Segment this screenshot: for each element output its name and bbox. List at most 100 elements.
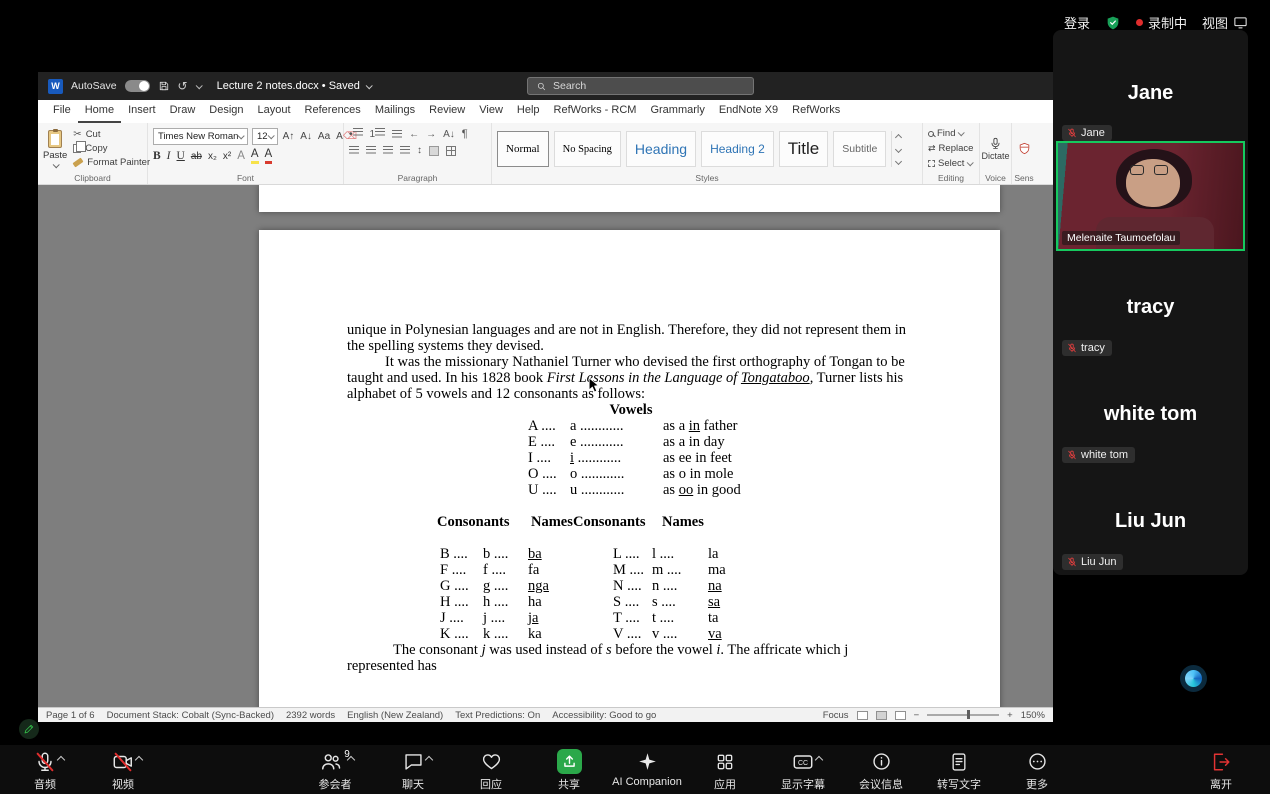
subscript-button[interactable]: x₂ [208, 151, 217, 162]
read-mode-button[interactable] [857, 711, 868, 720]
style-no-spacing[interactable]: No Spacing [554, 131, 621, 167]
style-subtitle[interactable]: Subtitle [833, 131, 886, 167]
document-canvas[interactable]: unique in Polynesian languages and are n… [38, 185, 1053, 707]
zoom-level[interactable]: 150% [1021, 710, 1045, 721]
text-predictions-status[interactable]: Text Predictions: On [455, 710, 540, 721]
sensitivity-shield-icon[interactable] [1018, 142, 1031, 155]
web-layout-button[interactable] [895, 711, 906, 720]
replace-button[interactable]: ⇄ Replace [928, 143, 974, 154]
cut-button[interactable]: ✂ Cut [73, 129, 150, 140]
chevron-up-icon[interactable] [815, 756, 823, 764]
style-title[interactable]: Title [779, 131, 829, 167]
page-indicator[interactable]: Page 1 of 6 [46, 710, 95, 721]
change-case-button[interactable]: Aa [317, 131, 331, 142]
numbering-button[interactable]: 1 [370, 128, 386, 140]
zoom-out-button[interactable]: − [914, 710, 920, 721]
bullets-button[interactable]: • [349, 128, 363, 140]
style-heading1[interactable]: Heading [626, 131, 696, 167]
line-spacing-button[interactable]: ↕ [417, 145, 422, 156]
reactions-button[interactable]: 回应 [456, 749, 526, 792]
tab-file[interactable]: File [46, 100, 78, 123]
grow-font-button[interactable]: A↑ [282, 131, 296, 142]
text-effects-button[interactable]: A [237, 150, 245, 162]
participants-button[interactable]: 9 参会者 [300, 749, 370, 792]
styles-gallery-scroll[interactable] [891, 131, 904, 167]
tab-review[interactable]: Review [422, 100, 472, 123]
find-button[interactable]: Find [928, 128, 974, 139]
underline-button[interactable]: U [177, 150, 185, 162]
zoom-slider[interactable] [927, 714, 999, 716]
search-input[interactable]: Search [527, 77, 754, 95]
tab-layout[interactable]: Layout [251, 100, 298, 123]
tab-refworks[interactable]: RefWorks [785, 100, 847, 123]
borders-button[interactable] [446, 146, 456, 156]
tab-mailings[interactable]: Mailings [368, 100, 422, 123]
align-center-button[interactable] [366, 146, 376, 155]
font-color-button[interactable]: A [265, 149, 273, 164]
autosave-toggle[interactable] [125, 80, 150, 92]
shading-button[interactable] [429, 146, 439, 156]
language-status[interactable]: English (New Zealand) [347, 710, 443, 721]
document-title[interactable]: Lecture 2 notes.docx • Saved [217, 80, 371, 92]
chevron-up-icon[interactable] [57, 756, 65, 764]
paste-button[interactable]: Paste [43, 126, 67, 171]
captions-button[interactable]: CC 显示字幕 [768, 749, 838, 792]
word-count[interactable]: 2392 words [286, 710, 335, 721]
italic-button[interactable]: I [167, 150, 171, 162]
tab-grammarly[interactable]: Grammarly [643, 100, 711, 123]
highlight-button[interactable]: A [251, 149, 259, 164]
chevron-up-icon[interactable] [135, 756, 143, 764]
focus-button[interactable]: Focus [823, 710, 849, 721]
save-icon[interactable] [158, 80, 170, 92]
leave-meeting-button[interactable]: 离开 [1186, 749, 1256, 792]
outdent-button[interactable]: ← [409, 129, 419, 140]
style-heading2[interactable]: Heading 2 [701, 131, 774, 167]
share-screen-button[interactable]: 共享 [534, 749, 604, 792]
justify-button[interactable] [400, 146, 410, 155]
tab-endnote[interactable]: EndNote X9 [712, 100, 785, 123]
strikethrough-button[interactable]: ab [191, 151, 202, 162]
chevron-down-icon[interactable] [195, 82, 202, 89]
audio-button[interactable]: 音频 [10, 749, 80, 792]
tab-references[interactable]: References [298, 100, 368, 123]
accessibility-status[interactable]: Accessibility: Good to go [552, 710, 656, 721]
tab-design[interactable]: Design [202, 100, 250, 123]
align-right-button[interactable] [383, 146, 393, 155]
font-size-select[interactable]: 12 [252, 128, 278, 145]
tab-refworks-rcm[interactable]: RefWorks - RCM [547, 100, 644, 123]
tab-draw[interactable]: Draw [163, 100, 203, 123]
style-normal[interactable]: Normal [497, 131, 549, 167]
font-name-select[interactable]: Times New Roman [153, 128, 248, 145]
tab-insert[interactable]: Insert [121, 100, 163, 123]
pilcrow-button[interactable]: ¶ [462, 128, 468, 140]
copy-button[interactable]: Copy [73, 143, 150, 154]
align-left-button[interactable] [349, 146, 359, 155]
transcript-button[interactable]: 转写文字 [924, 749, 994, 792]
chevron-up-icon[interactable] [425, 756, 433, 764]
zoom-in-button[interactable]: + [1007, 710, 1013, 721]
meeting-info-button[interactable]: 会议信息 [846, 749, 916, 792]
sort-button[interactable]: A↓ [443, 129, 455, 140]
format-painter-button[interactable]: Format Painter [73, 157, 150, 168]
dictate-icon[interactable] [989, 137, 1002, 150]
ai-companion-button[interactable]: AI Companion [612, 749, 682, 792]
undo-icon[interactable]: ↺ [178, 80, 188, 92]
tab-view[interactable]: View [472, 100, 510, 123]
copilot-floating-button[interactable] [1180, 665, 1207, 692]
chat-button[interactable]: 聊天 [378, 749, 448, 792]
multilevel-list-button[interactable] [392, 130, 402, 139]
document-stack-status[interactable]: Document Stack: Cobalt (Sync-Backed) [107, 710, 274, 721]
shrink-font-button[interactable]: A↓ [299, 131, 313, 142]
superscript-button[interactable]: x² [223, 151, 231, 162]
indent-button[interactable]: → [426, 129, 436, 140]
apps-button[interactable]: 应用 [690, 749, 760, 792]
participant-video-tile[interactable]: Melenaite Taumoefolau [1056, 141, 1245, 251]
video-button[interactable]: 视频 [88, 749, 158, 792]
print-layout-button[interactable] [876, 711, 887, 720]
more-button[interactable]: 更多 [1002, 749, 1072, 792]
annotate-pencil-button[interactable] [19, 719, 39, 739]
tab-help[interactable]: Help [510, 100, 547, 123]
tab-home[interactable]: Home [78, 100, 121, 123]
bold-button[interactable]: B [153, 150, 161, 162]
select-button[interactable]: Select [928, 158, 974, 169]
